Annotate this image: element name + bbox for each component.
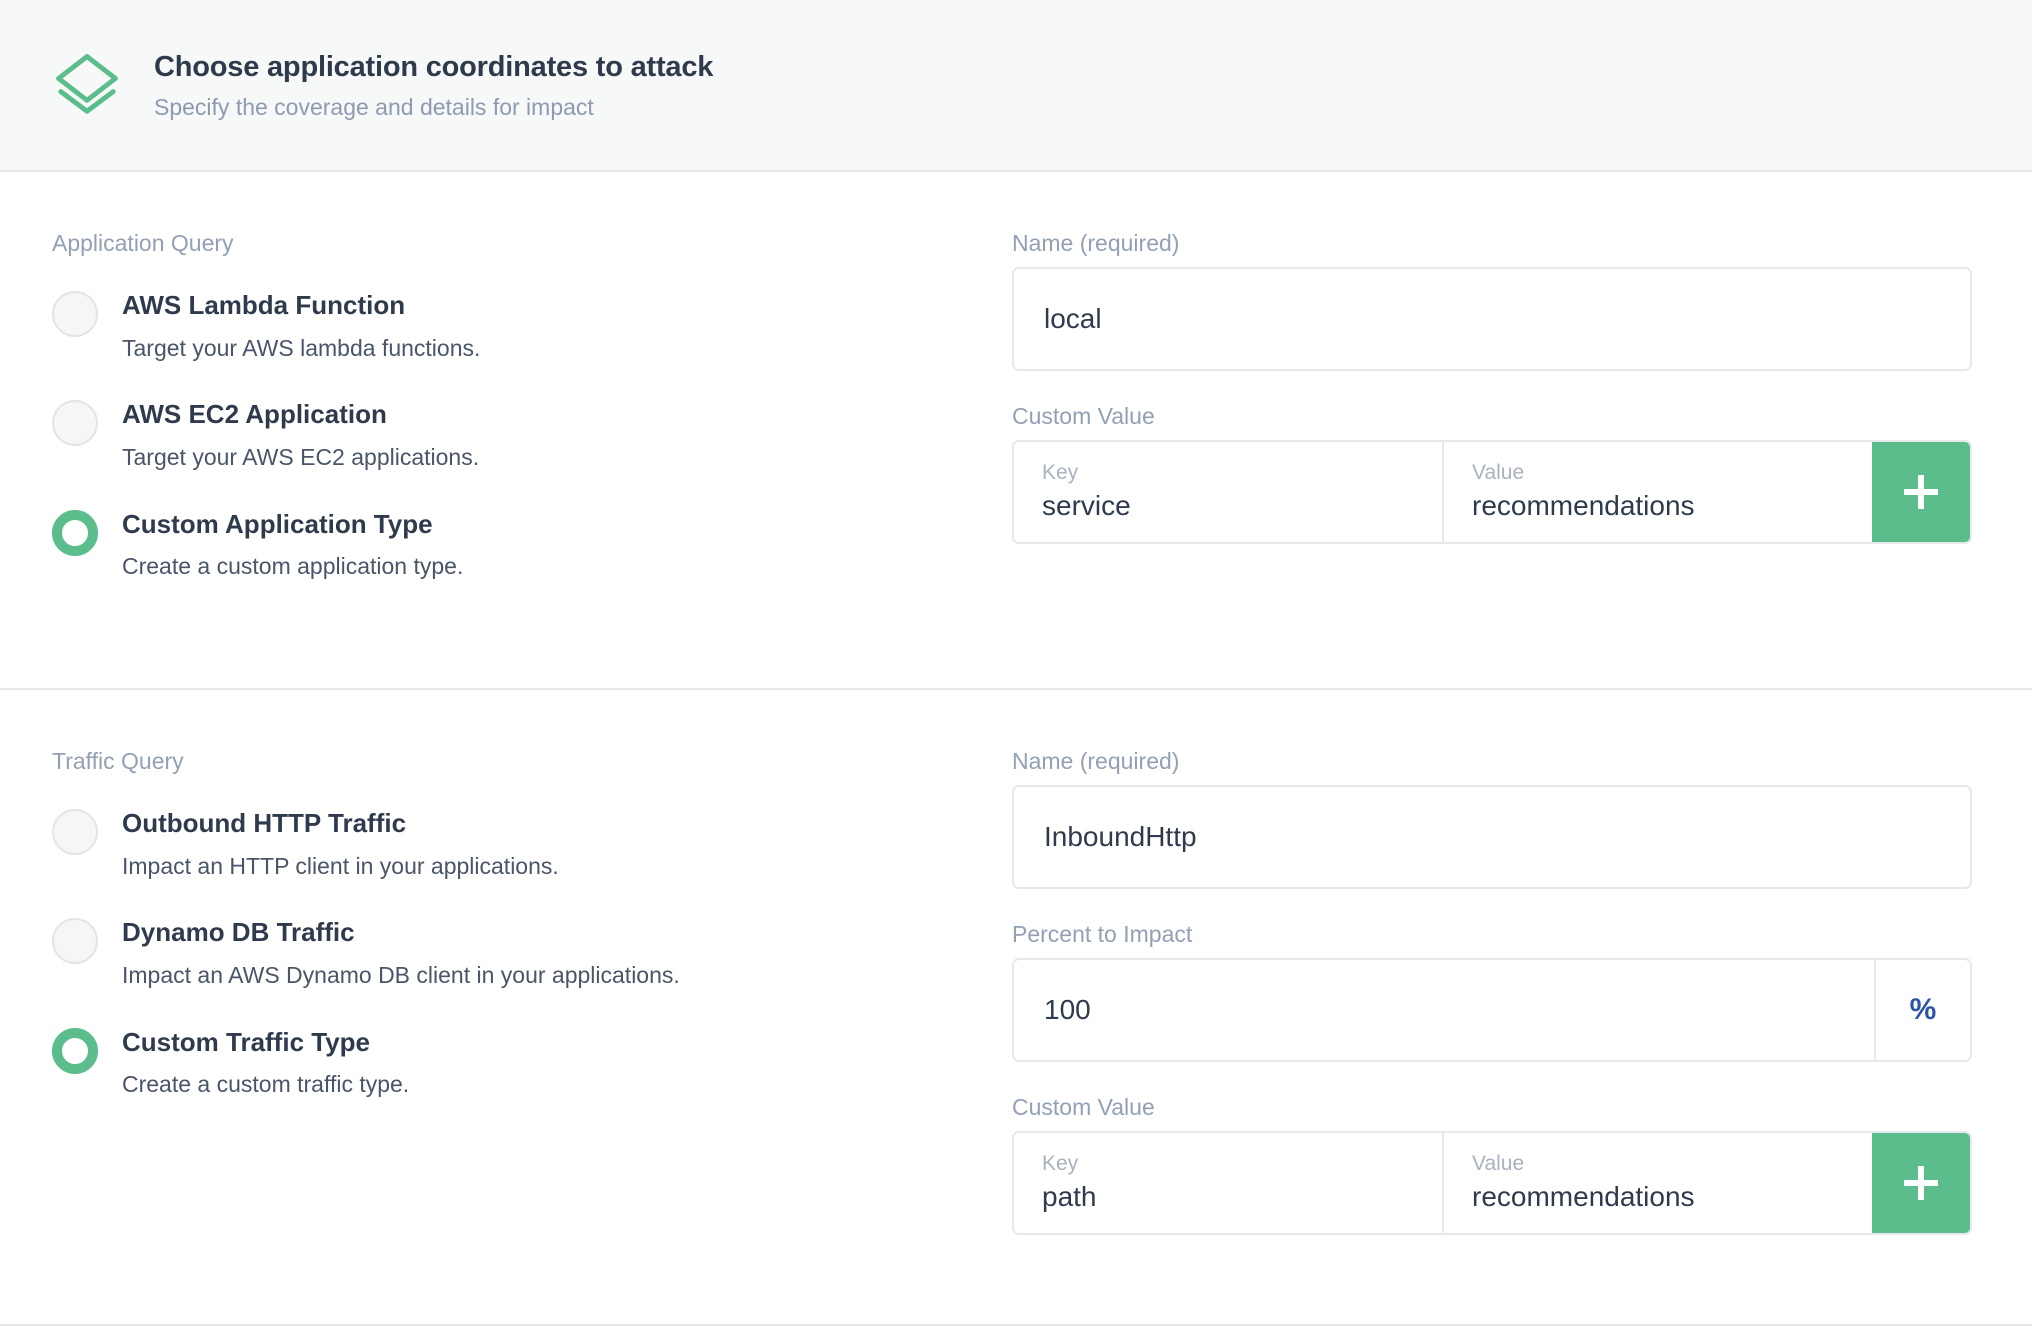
traffic-query-radio-group[interactable]: Outbound HTTP Traffic Impact an HTTP cli…: [52, 807, 1012, 1099]
layers-icon: [52, 50, 122, 120]
radio-option-custom-traffic-type[interactable]: Custom Traffic Type Create a custom traf…: [52, 1026, 1012, 1099]
traffic-query-options-column: Traffic Query Outbound HTTP Traffic Impa…: [52, 750, 1012, 1235]
radio-mark-dynamo-db-traffic[interactable]: [52, 918, 98, 965]
percent-sign-suffix: %: [1874, 960, 1970, 1060]
application-custom-key-cell[interactable]: Key service: [1014, 442, 1442, 542]
radio-body-outbound-http-traffic: Outbound HTTP Traffic Impact an HTTP cli…: [122, 807, 559, 880]
application-custom-value-row: Key service Value recommendations: [1012, 440, 1972, 544]
radio-title-dynamo-db-traffic: Dynamo DB Traffic: [122, 917, 355, 948]
radio-option-aws-lambda-function[interactable]: AWS Lambda Function Target your AWS lamb…: [52, 289, 1012, 362]
traffic-custom-value-input[interactable]: recommendations: [1472, 1181, 1844, 1213]
page-header: Choose application coordinates to attack…: [0, 0, 2032, 172]
application-custom-value-cell[interactable]: Value recommendations: [1442, 442, 1872, 542]
radio-desc-dynamo-db-traffic: Impact an AWS Dynamo DB client in your a…: [122, 961, 680, 988]
application-query-radio-group[interactable]: AWS Lambda Function Target your AWS lamb…: [52, 289, 1012, 581]
radio-title-custom-traffic-type: Custom Traffic Type: [122, 1026, 371, 1057]
traffic-custom-value-group: Custom Value Key path Value recommendati…: [1012, 1096, 1972, 1235]
radio-mark-aws-lambda-function[interactable]: [52, 291, 98, 337]
radio-mark-custom-application-type[interactable]: [52, 509, 98, 556]
traffic-name-input[interactable]: InboundHttp: [1012, 785, 1972, 889]
radio-body-custom-traffic-type: Custom Traffic Type Create a custom traf…: [122, 1026, 409, 1099]
percent-to-impact-group: Percent to Impact 100 %: [1012, 923, 1972, 1062]
radio-desc-aws-ec2-application: Target your AWS EC2 applications.: [122, 443, 480, 470]
radio-option-aws-ec2-application[interactable]: AWS EC2 Application Target your AWS EC2 …: [52, 398, 1012, 471]
traffic-custom-value-label: Custom Value: [1012, 1094, 1155, 1120]
radio-body-aws-lambda-function: AWS Lambda Function Target your AWS lamb…: [122, 289, 480, 362]
traffic-custom-key-label: Key: [1042, 1152, 1079, 1176]
application-custom-value-group: Custom Value Key service Value recommend…: [1012, 405, 1972, 544]
application-name-input[interactable]: local: [1012, 267, 1972, 371]
application-custom-value-label: Custom Value: [1012, 403, 1155, 429]
traffic-name-label: Name (required): [1012, 748, 1180, 774]
radio-option-outbound-http-traffic[interactable]: Outbound HTTP Traffic Impact an HTTP cli…: [52, 807, 1012, 880]
header-text-block: Choose application coordinates to attack…: [154, 49, 713, 122]
radio-desc-aws-lambda-function: Target your AWS lambda functions.: [122, 334, 481, 361]
traffic-query-form-column: Name (required) InboundHttp Percent to I…: [1012, 750, 1982, 1235]
radio-desc-custom-application-type: Create a custom application type.: [122, 553, 464, 579]
radio-body-dynamo-db-traffic: Dynamo DB Traffic Impact an AWS Dynamo D…: [122, 916, 680, 989]
page-title: Choose application coordinates to attack: [154, 50, 714, 83]
traffic-custom-key-cell[interactable]: Key path: [1014, 1133, 1442, 1233]
radio-title-aws-lambda-function: AWS Lambda Function: [122, 290, 406, 320]
plus-icon: [1898, 469, 1944, 515]
application-query-label: Application Query: [52, 230, 234, 256]
application-query-form-column: Name (required) local Custom Value Key s…: [1012, 232, 1982, 688]
traffic-add-custom-value-button[interactable]: [1872, 1133, 1970, 1233]
traffic-query-label: Traffic Query: [52, 748, 184, 774]
radio-option-dynamo-db-traffic[interactable]: Dynamo DB Traffic Impact an AWS Dynamo D…: [52, 916, 1012, 989]
radio-option-custom-application-type[interactable]: Custom Application Type Create a custom …: [52, 508, 1012, 581]
radio-title-aws-ec2-application: AWS EC2 Application: [122, 399, 387, 430]
application-name-field-group: Name (required) local: [1012, 232, 1972, 371]
plus-icon: [1898, 1160, 1944, 1206]
radio-title-outbound-http-traffic: Outbound HTTP Traffic: [122, 808, 407, 838]
radio-mark-outbound-http-traffic[interactable]: [52, 809, 98, 855]
percent-to-impact-label: Percent to Impact: [1012, 921, 1193, 947]
traffic-custom-value-cell-label: Value: [1472, 1152, 1525, 1176]
page-subtitle: Specify the coverage and details for imp…: [154, 93, 594, 120]
radio-desc-custom-traffic-type: Create a custom traffic type.: [122, 1071, 410, 1097]
application-query-options-column: Application Query AWS Lambda Function Ta…: [52, 232, 1012, 688]
traffic-name-field-group: Name (required) InboundHttp: [1012, 750, 1972, 889]
radio-mark-custom-traffic-type[interactable]: [52, 1027, 98, 1074]
application-add-custom-value-button[interactable]: [1872, 442, 1970, 542]
application-custom-value-cell-label: Value: [1472, 461, 1525, 485]
traffic-query-section: Traffic Query Outbound HTTP Traffic Impa…: [0, 690, 2032, 1235]
application-custom-key-label: Key: [1042, 461, 1079, 485]
application-query-section: Application Query AWS Lambda Function Ta…: [0, 172, 2032, 688]
radio-title-custom-application-type: Custom Application Type: [122, 508, 433, 539]
application-custom-key-input[interactable]: service: [1042, 490, 1414, 522]
radio-mark-aws-ec2-application[interactable]: [52, 400, 98, 447]
percent-to-impact-field: 100 %: [1012, 958, 1972, 1062]
attack-coordinates-page: Choose application coordinates to attack…: [0, 0, 2032, 1326]
radio-body-custom-application-type: Custom Application Type Create a custom …: [122, 508, 463, 581]
traffic-custom-value-cell[interactable]: Value recommendations: [1442, 1133, 1872, 1233]
application-custom-value-input[interactable]: recommendations: [1472, 490, 1844, 522]
radio-body-aws-ec2-application: AWS EC2 Application Target your AWS EC2 …: [122, 398, 479, 471]
application-name-label: Name (required): [1012, 230, 1180, 256]
traffic-custom-key-input[interactable]: path: [1042, 1181, 1414, 1213]
radio-desc-outbound-http-traffic: Impact an HTTP client in your applicatio…: [122, 852, 559, 879]
traffic-custom-value-row: Key path Value recommendations: [1012, 1131, 1972, 1235]
percent-to-impact-input[interactable]: 100: [1014, 960, 1874, 1060]
